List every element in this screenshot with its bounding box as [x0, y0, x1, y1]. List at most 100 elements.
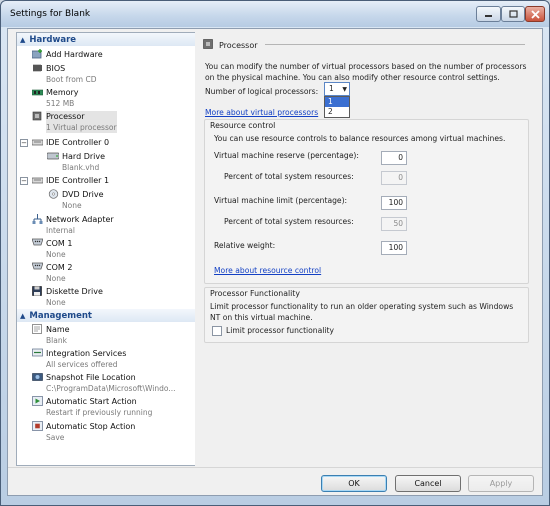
tree-item-label: Automatic Stop Action: [46, 422, 136, 431]
tree-item-com-2[interactable]: COM 2 None: [31, 262, 195, 284]
tree-item-processor[interactable]: Processor 1 Virtual processor: [31, 111, 195, 133]
processor-description: You can modify the number of virtual pro…: [205, 62, 527, 82]
tree-item-label: BIOS: [46, 64, 66, 73]
tree-item-label: COM 2: [46, 263, 73, 272]
tree-item-label: Memory: [46, 88, 79, 97]
settings-tree: ▲ Hardware Add Hardware BIOS Boot from C…: [16, 32, 196, 466]
tree-item-label: Processor: [46, 112, 85, 121]
tree-item-integration-services[interactable]: Integration Services All services offere…: [31, 348, 195, 370]
memory-icon: [31, 87, 43, 97]
serial-port-icon: [31, 238, 43, 248]
reserve-percent-label: Percent of total system resources:: [224, 172, 354, 181]
reserve-percent-field: 0: [381, 171, 407, 185]
dvd-drive-icon: [47, 189, 59, 199]
reserve-label: Virtual machine reserve (percentage):: [214, 151, 359, 160]
cancel-button[interactable]: Cancel: [395, 475, 461, 492]
tree-item-bios[interactable]: BIOS Boot from CD: [31, 63, 195, 85]
ide-controller-icon: [31, 175, 43, 185]
resource-control-title: Resource control: [210, 121, 276, 130]
chevron-up-icon: ▲: [20, 35, 26, 44]
limit-functionality-label: Limit processor functionality: [226, 326, 334, 335]
management-section-label: Management: [29, 310, 92, 321]
num-processors-value: 1: [329, 84, 334, 93]
ok-button[interactable]: OK: [321, 475, 387, 492]
processor-functionality-description: Limit processor functionality to run an …: [210, 302, 514, 322]
limit-label: Virtual machine limit (percentage):: [214, 196, 348, 205]
snapshot-icon: [31, 372, 43, 382]
hardware-section-header[interactable]: ▲ Hardware: [17, 33, 195, 46]
maximize-icon: [508, 10, 518, 18]
tree-item-label: Diskette Drive: [46, 287, 103, 296]
tree-item-label: Automatic Start Action: [46, 397, 137, 406]
tree-item-detail: None: [62, 201, 82, 210]
tree-item-label: Add Hardware: [46, 50, 103, 59]
stop-action-icon: [31, 421, 43, 431]
minimize-button[interactable]: [476, 6, 501, 22]
management-section-header[interactable]: ▲ Management: [17, 309, 195, 322]
resource-control-description: You can use resource controls to balance…: [214, 134, 506, 143]
name-icon: [31, 324, 43, 334]
limit-input[interactable]: 100: [381, 196, 407, 210]
resource-control-group: Resource control You can use resource co…: [204, 119, 529, 284]
processor-functionality-title: Processor Functionality: [210, 289, 300, 298]
tree-item-label: IDE Controller 0: [46, 138, 110, 147]
start-action-icon: [31, 396, 43, 406]
header-divider: [265, 44, 525, 45]
relative-weight-input[interactable]: 100: [381, 241, 407, 255]
tree-item-dvd-drive[interactable]: DVD Drive None: [47, 189, 195, 211]
dropdown-option[interactable]: 1: [325, 97, 349, 107]
processor-settings-panel: Processor You can modify the number of v…: [195, 32, 536, 466]
ide-controller-icon: [31, 137, 43, 147]
tree-item-detail: None: [46, 250, 66, 259]
tree-item-snapshot-file-location[interactable]: Snapshot File Location C:\ProgramData\Mi…: [31, 372, 195, 394]
settings-window: Settings for Blank ▲ Hardware Add Hardwa…: [0, 0, 550, 506]
tree-item-add-hardware[interactable]: Add Hardware: [31, 49, 195, 60]
dialog-body: ▲ Hardware Add Hardware BIOS Boot from C…: [7, 28, 543, 496]
tree-item-com-1[interactable]: COM 1 None: [31, 238, 195, 260]
tree-item-detail: None: [46, 298, 66, 307]
tree-item-name[interactable]: Name Blank: [31, 324, 195, 346]
more-about-virtual-processors-link[interactable]: More about virtual processors: [205, 107, 318, 118]
tree-item-detail: Blank.vhd: [62, 163, 100, 172]
tree-item-automatic-stop-action[interactable]: Automatic Stop Action Save: [31, 421, 195, 443]
tree-item-hard-drive[interactable]: Hard Drive Blank.vhd: [47, 151, 195, 173]
chevron-down-icon: ▼: [342, 86, 347, 93]
collapse-toggle[interactable]: −: [20, 177, 28, 185]
tree-item-ide-controller-1[interactable]: IDE Controller 1: [31, 175, 195, 186]
limit-percent-field: 50: [381, 217, 407, 231]
tree-item-detail: None: [46, 274, 66, 283]
tree-item-label: Hard Drive: [62, 152, 106, 161]
more-about-resource-control-link[interactable]: More about resource control: [214, 265, 321, 276]
collapse-toggle[interactable]: −: [20, 139, 28, 147]
apply-button[interactable]: Apply: [468, 475, 534, 492]
num-processors-dropdown: 1 2: [324, 96, 350, 118]
tree-item-diskette-drive[interactable]: Diskette Drive None: [31, 286, 195, 308]
processor-icon: [31, 111, 43, 121]
relative-weight-label: Relative weight:: [214, 241, 276, 250]
processor-functionality-group: Processor Functionality Limit processor …: [204, 287, 529, 343]
tree-item-automatic-start-action[interactable]: Automatic Start Action Restart if previo…: [31, 396, 195, 418]
tree-item-detail: 1 Virtual processor: [46, 123, 117, 132]
title-bar[interactable]: Settings for Blank: [1, 1, 549, 27]
network-adapter-icon: [31, 214, 43, 224]
serial-port-icon: [31, 262, 43, 272]
limit-functionality-checkbox[interactable]: [212, 326, 222, 336]
dropdown-option[interactable]: 2: [325, 107, 349, 117]
maximize-button[interactable]: [501, 6, 525, 22]
tree-item-memory[interactable]: Memory 512 MB: [31, 87, 195, 109]
hardware-section-label: Hardware: [29, 34, 77, 45]
limit-percent-label: Percent of total system resources:: [224, 217, 354, 226]
close-button[interactable]: [525, 6, 545, 22]
processor-icon: [203, 39, 213, 51]
tree-item-label: DVD Drive: [62, 190, 104, 199]
tree-item-detail: Internal: [46, 226, 75, 235]
tree-item-ide-controller-0[interactable]: IDE Controller 0: [31, 137, 195, 148]
panel-title: Processor: [219, 40, 258, 50]
hard-drive-icon: [47, 151, 59, 161]
tree-item-detail: Save: [46, 433, 65, 442]
tree-item-network-adapter[interactable]: Network Adapter Internal: [31, 214, 195, 236]
tree-item-label: COM 1: [46, 239, 73, 248]
num-processors-combo[interactable]: 1 ▼: [324, 82, 350, 96]
window-title: Settings for Blank: [10, 9, 91, 19]
reserve-input[interactable]: 0: [381, 151, 407, 165]
